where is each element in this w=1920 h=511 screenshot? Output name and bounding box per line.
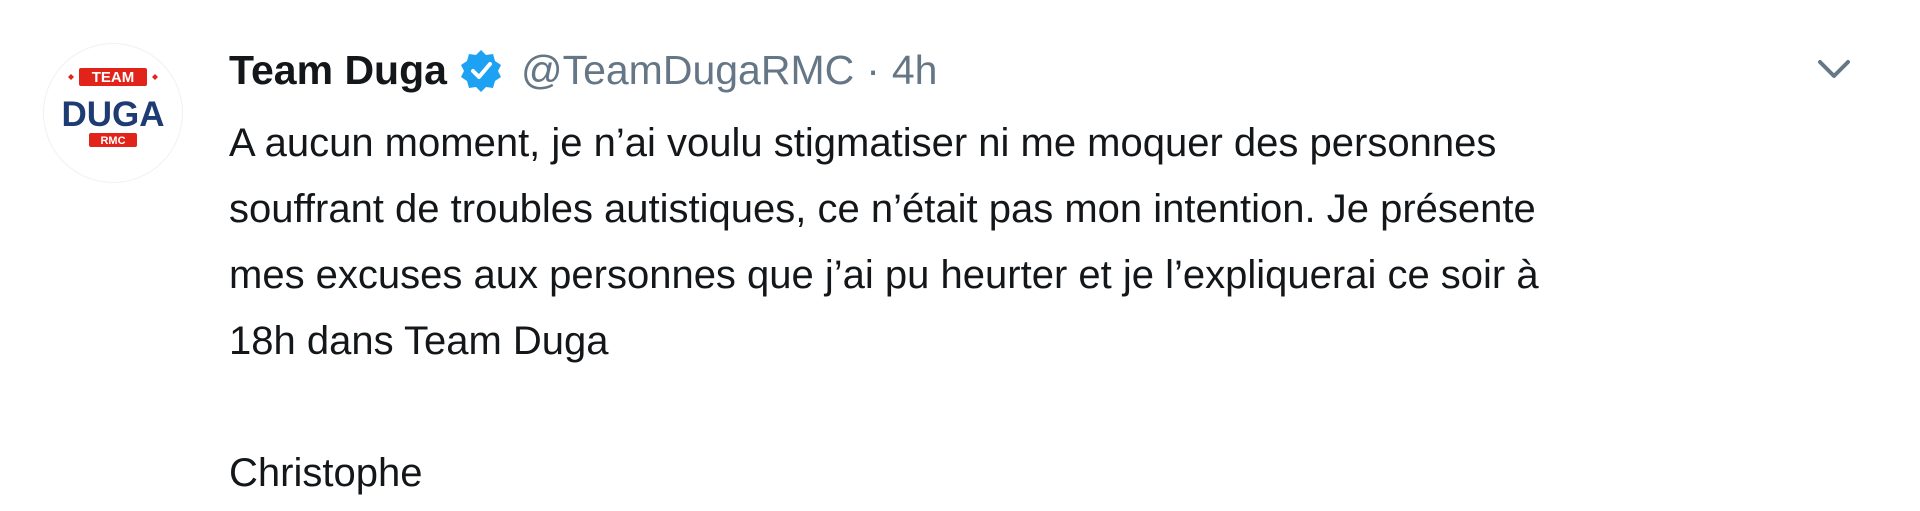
tweet-text-line: mes excuses aux personnes que j’ai pu he…: [229, 253, 1539, 297]
tweet-signature: Christophe: [229, 451, 423, 495]
tweet[interactable]: TEAM DUGA RMC Team Duga @TeamDugaRMC · 4…: [0, 0, 1920, 511]
chevron-down-icon[interactable]: [1814, 54, 1854, 84]
svg-text:RMC: RMC: [100, 135, 125, 147]
paragraph-break: [229, 374, 1869, 440]
avatar[interactable]: TEAM DUGA RMC: [44, 44, 182, 182]
svg-text:TEAM: TEAM: [92, 69, 135, 86]
separator-dot: ·: [866, 46, 880, 93]
timestamp[interactable]: 4h: [892, 47, 938, 94]
team-duga-logo: TEAM DUGA RMC: [44, 44, 182, 182]
tweet-text-line: souffrant de troubles autistiques, ce n’…: [229, 187, 1536, 231]
svg-text:DUGA: DUGA: [61, 95, 164, 134]
tweet-header: Team Duga @TeamDugaRMC · 4h: [229, 40, 937, 100]
tweet-text-line: A aucun moment, je n’ai voulu stigmatise…: [229, 121, 1497, 165]
display-name[interactable]: Team Duga: [229, 47, 447, 94]
tweet-text: A aucun moment, je n’ai voulu stigmatise…: [229, 110, 1869, 506]
handle[interactable]: @TeamDugaRMC: [521, 47, 854, 94]
tweet-text-line: 18h dans Team Duga: [229, 319, 609, 363]
verified-badge-icon: [459, 48, 503, 92]
